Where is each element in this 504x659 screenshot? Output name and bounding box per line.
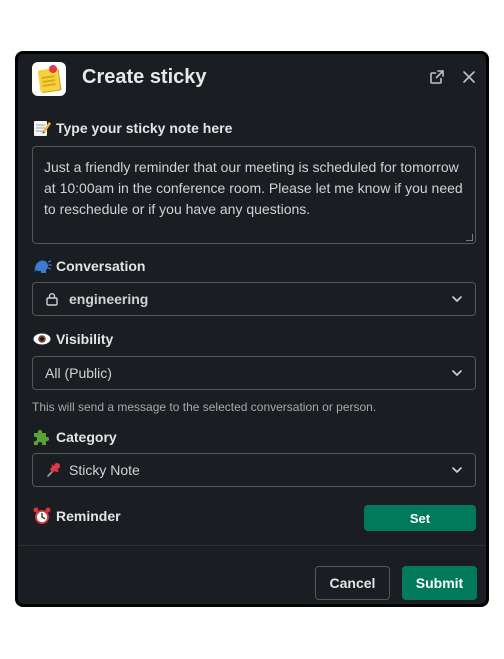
speaking-head-icon (32, 256, 52, 276)
dialog-title: Create sticky (82, 66, 207, 88)
note-text: Just a friendly reminder that our meetin… (44, 159, 463, 217)
dialog-header: Create sticky (18, 54, 486, 104)
visibility-label: Visibility (32, 329, 113, 349)
category-label: Category (32, 427, 117, 447)
category-value: Sticky Note (69, 462, 140, 478)
note-textarea[interactable]: Just a friendly reminder that our meetin… (32, 146, 476, 244)
alarm-clock-icon (32, 506, 52, 526)
puzzle-piece-icon (32, 427, 52, 447)
category-label-text: Category (56, 429, 117, 445)
conversation-label-text: Conversation (56, 258, 146, 274)
visibility-hint: This will send a message to the selected… (32, 400, 377, 414)
lock-icon (45, 292, 59, 306)
visibility-label-text: Visibility (56, 331, 114, 347)
memo-icon (32, 118, 52, 138)
chevron-down-icon (449, 365, 465, 381)
note-label-text: Type your sticky note here (56, 120, 233, 136)
footer-divider (18, 545, 486, 546)
chevron-down-icon (449, 291, 465, 307)
visibility-select[interactable]: All (Public) (32, 356, 476, 390)
reminder-label-text: Reminder (56, 508, 121, 524)
conversation-select[interactable]: engineering (32, 282, 476, 316)
reminder-label: Reminder (32, 506, 121, 526)
visibility-value: All (Public) (45, 365, 112, 381)
note-label: Type your sticky note here (32, 118, 232, 138)
eye-icon (32, 329, 52, 349)
set-reminder-button[interactable]: Set (364, 505, 476, 531)
category-select[interactable]: Sticky Note (32, 453, 476, 487)
conversation-value: engineering (69, 291, 149, 307)
cancel-button[interactable]: Cancel (315, 566, 390, 600)
pushpin-icon (45, 461, 63, 479)
sticky-note-icon (32, 62, 66, 96)
submit-button[interactable]: Submit (402, 566, 477, 600)
resize-handle[interactable] (466, 234, 473, 241)
external-link-icon[interactable] (426, 66, 448, 88)
create-sticky-dialog: Create sticky Type your sticky note here (15, 51, 489, 607)
close-icon[interactable] (458, 66, 480, 88)
conversation-label: Conversation (32, 256, 145, 276)
chevron-down-icon (449, 462, 465, 478)
